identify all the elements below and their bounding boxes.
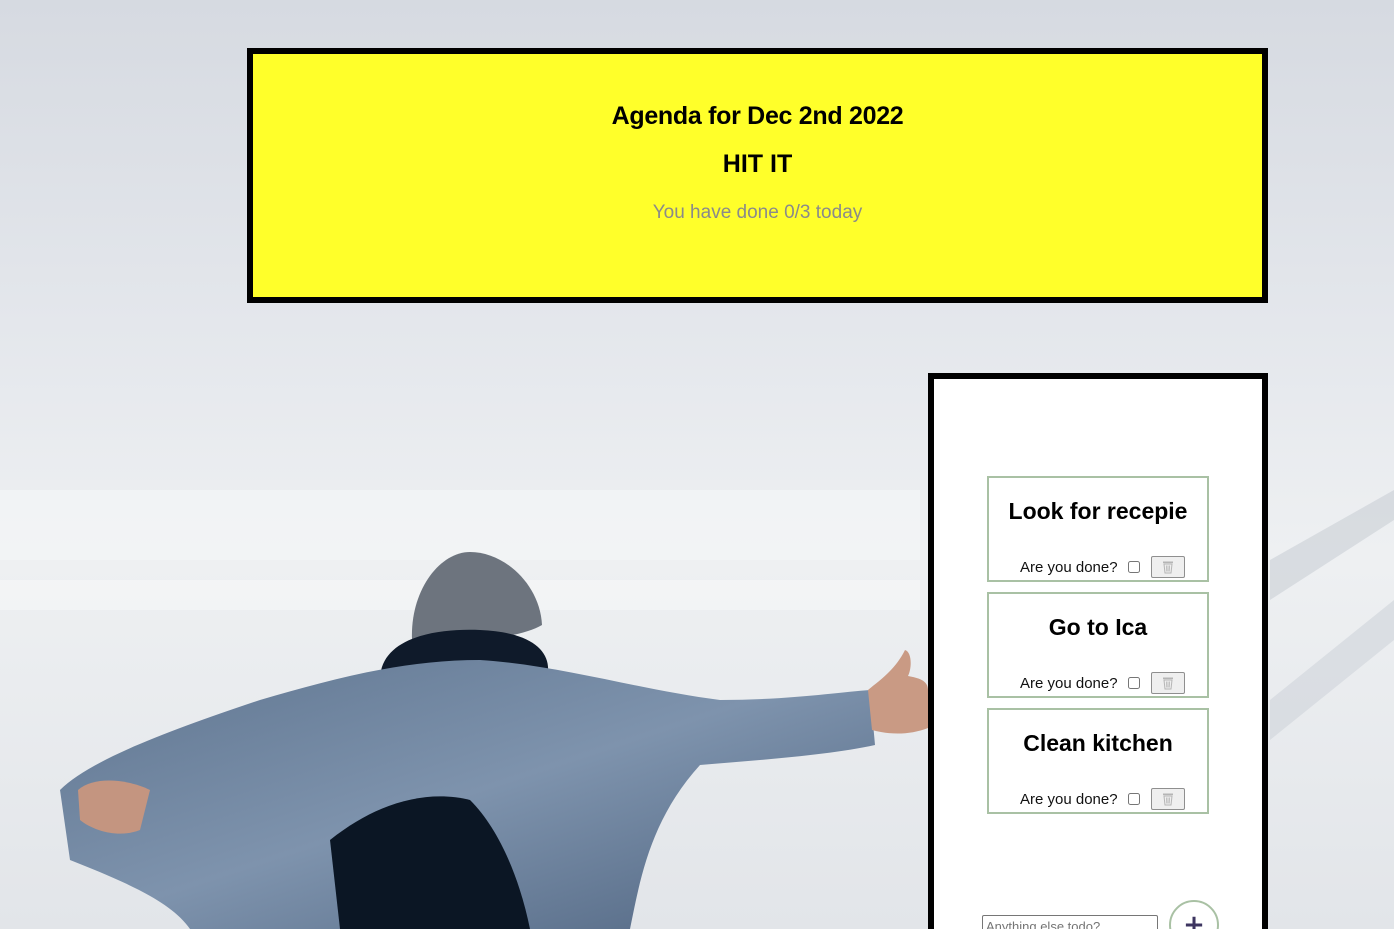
plus-icon: +	[1183, 910, 1205, 929]
trash-icon	[1162, 793, 1173, 806]
delete-button[interactable]	[1150, 672, 1185, 694]
todo-title: Go to Ica	[1048, 614, 1148, 640]
todo-title: Clean kitchen	[1023, 730, 1173, 756]
trash-icon	[1162, 677, 1173, 690]
todo-item: Clean kitchen Are you done?	[987, 708, 1209, 814]
done-checkbox[interactable]	[1127, 677, 1140, 689]
progress-text: You have done 0/3 today	[652, 202, 863, 223]
agenda-header: Agenda for Dec 2nd 2022 HIT IT You have …	[247, 48, 1268, 303]
delete-button[interactable]	[1150, 788, 1185, 810]
done-label: Are you done?	[1020, 674, 1118, 692]
agenda-title: Agenda for Dec 2nd 2022	[611, 102, 904, 130]
trash-icon	[1162, 561, 1173, 574]
todo-controls: Are you done?	[1020, 556, 1185, 578]
todo-controls: Are you done?	[1020, 672, 1185, 694]
done-checkbox[interactable]	[1127, 793, 1140, 805]
agenda-subtitle: HIT IT	[722, 150, 793, 178]
todo-title: Look for recepie	[1008, 498, 1188, 524]
todo-controls: Are you done?	[1020, 788, 1185, 810]
done-label: Are you done?	[1020, 558, 1118, 576]
todo-list: Look for recepie Are you done? Go to Ica	[987, 476, 1209, 824]
new-todo-input[interactable]	[982, 915, 1158, 929]
done-label: Are you done?	[1020, 790, 1118, 808]
add-todo-button[interactable]: +	[1169, 900, 1219, 929]
done-checkbox[interactable]	[1127, 561, 1140, 573]
todo-item: Look for recepie Are you done?	[987, 476, 1209, 582]
todo-panel: Look for recepie Are you done? Go to Ica	[928, 373, 1268, 929]
todo-item: Go to Ica Are you done?	[987, 592, 1209, 698]
delete-button[interactable]	[1150, 556, 1185, 578]
